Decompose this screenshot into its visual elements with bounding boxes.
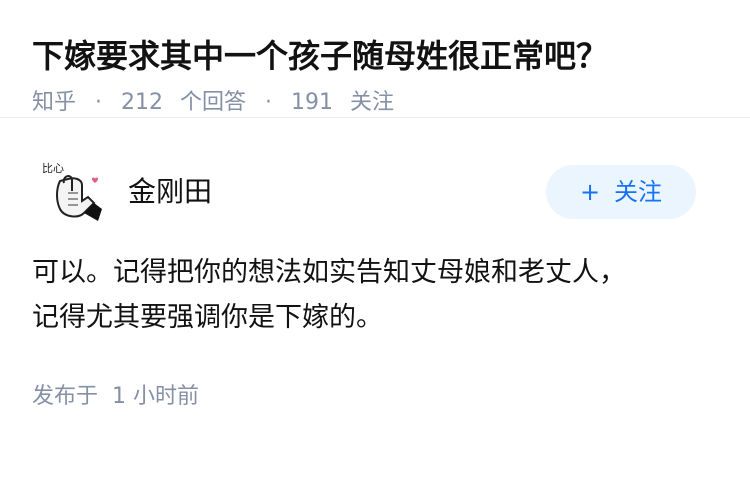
meta-separator: · bbox=[265, 90, 273, 115]
question-header: 下嫁要求其中一个孩子随母姓很正常吧？ 知乎 · 212 个回答 · 191 关注 bbox=[0, 0, 750, 118]
answer-content[interactable]: 可以。记得把你的想法如实告知丈母娘和老丈人， 记得尤其要强调你是下嫁的。 bbox=[32, 250, 718, 340]
question-meta: 知乎 · 212 个回答 · 191 关注 bbox=[32, 88, 718, 118]
answer-count-label: 个回答 bbox=[180, 90, 247, 115]
follow-button[interactable]: + 关注 bbox=[546, 165, 696, 219]
answer-line: 记得尤其要强调你是下嫁的。 bbox=[32, 302, 383, 333]
plus-icon: + bbox=[579, 178, 601, 206]
follower-count: 191 bbox=[291, 90, 334, 115]
meta-separator: · bbox=[95, 90, 103, 115]
answer-count: 212 bbox=[121, 90, 164, 115]
follow-button-label: 关注 bbox=[614, 178, 663, 206]
follower-count-label: 关注 bbox=[350, 90, 395, 115]
finger-heart-hand-icon[interactable]: 比心 bbox=[38, 159, 104, 225]
answer-timestamp: 发布于 1 小时前 bbox=[32, 382, 718, 412]
author-row: 比心 金刚田 + 关注 bbox=[32, 154, 718, 230]
published-time: 1 小时前 bbox=[112, 384, 200, 409]
question-title[interactable]: 下嫁要求其中一个孩子随母姓很正常吧？ bbox=[32, 34, 718, 78]
answer-card: 比心 金刚田 + 关注 可以。记得把你的想法如实告知丈母娘和老丈人， 记得尤其要强… bbox=[0, 118, 750, 412]
published-label: 发布于 bbox=[32, 384, 99, 409]
avatar-text: 比心 bbox=[42, 162, 64, 175]
source-label[interactable]: 知乎 bbox=[32, 90, 76, 115]
answer-line: 可以。记得把你的想法如实告知丈母娘和老丈人， bbox=[32, 257, 626, 288]
author-name[interactable]: 金刚田 bbox=[128, 174, 546, 210]
